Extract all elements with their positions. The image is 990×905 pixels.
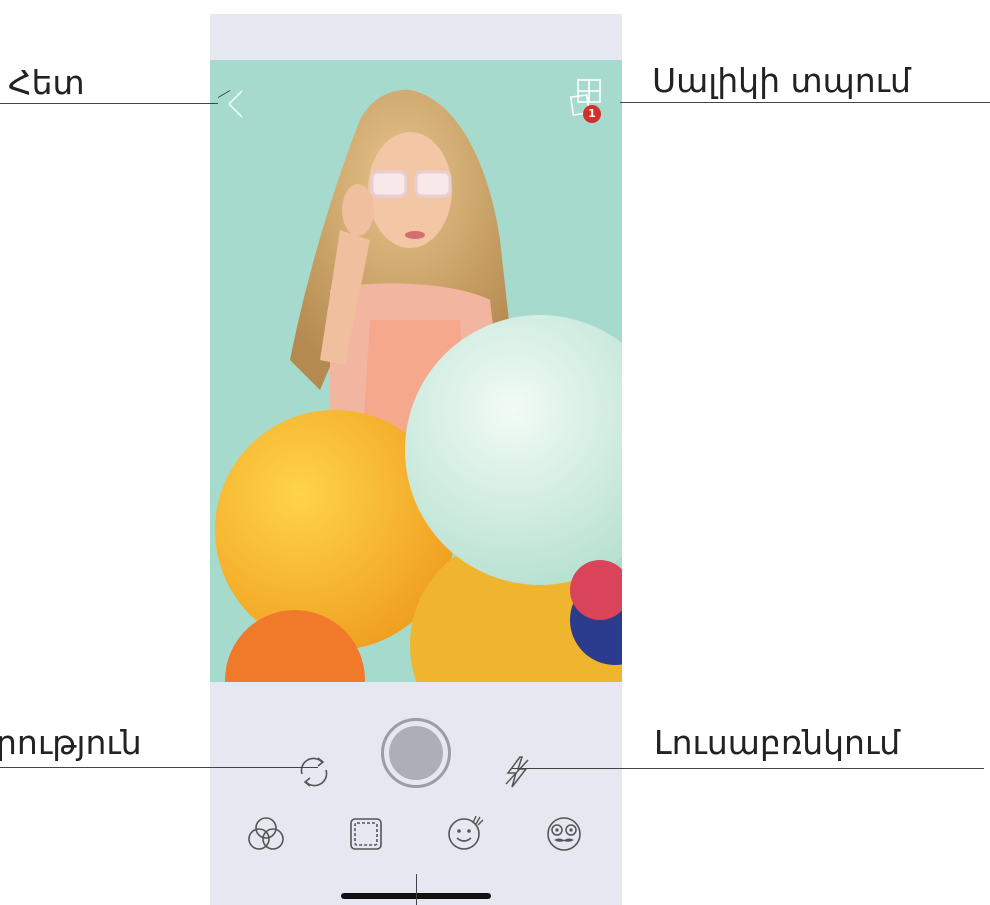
camera-rotate-icon <box>300 757 328 787</box>
switch-camera-button[interactable] <box>294 752 334 792</box>
phone-screen: 1 <box>210 14 622 905</box>
ar-face-icon <box>547 817 581 851</box>
callout-switch-camera-line <box>0 767 318 768</box>
camera-preview <box>210 60 622 682</box>
flash-off-icon <box>505 756 529 788</box>
home-indicator-leader-line <box>416 874 417 905</box>
stickers-button[interactable] <box>444 810 488 854</box>
callout-print-queue-line <box>620 102 990 103</box>
shutter-inner <box>389 726 443 780</box>
color-filter-icon <box>248 817 284 850</box>
callout-flash-line <box>512 768 984 769</box>
sticker-smiley-icon <box>448 815 484 850</box>
callout-switch-camera-label: րություն <box>0 723 142 762</box>
callout-flash-label: Լուսաբռնկում <box>654 723 901 762</box>
border-frame-icon <box>350 818 382 850</box>
ar-faces-button[interactable] <box>542 812 586 856</box>
preview-image <box>210 60 622 682</box>
shutter-button[interactable] <box>381 718 451 788</box>
chevron-left-icon <box>227 90 243 118</box>
borders-button[interactable] <box>346 814 386 854</box>
flash-button[interactable] <box>500 754 534 790</box>
filters-button[interactable] <box>246 814 286 854</box>
print-queue-count-badge: 1 <box>583 105 601 123</box>
callout-back-line <box>0 103 218 104</box>
back-button[interactable] <box>224 88 248 120</box>
callout-print-queue-label: Սալիկի տպում <box>652 61 911 100</box>
callout-back-label: Հետ <box>8 63 85 102</box>
